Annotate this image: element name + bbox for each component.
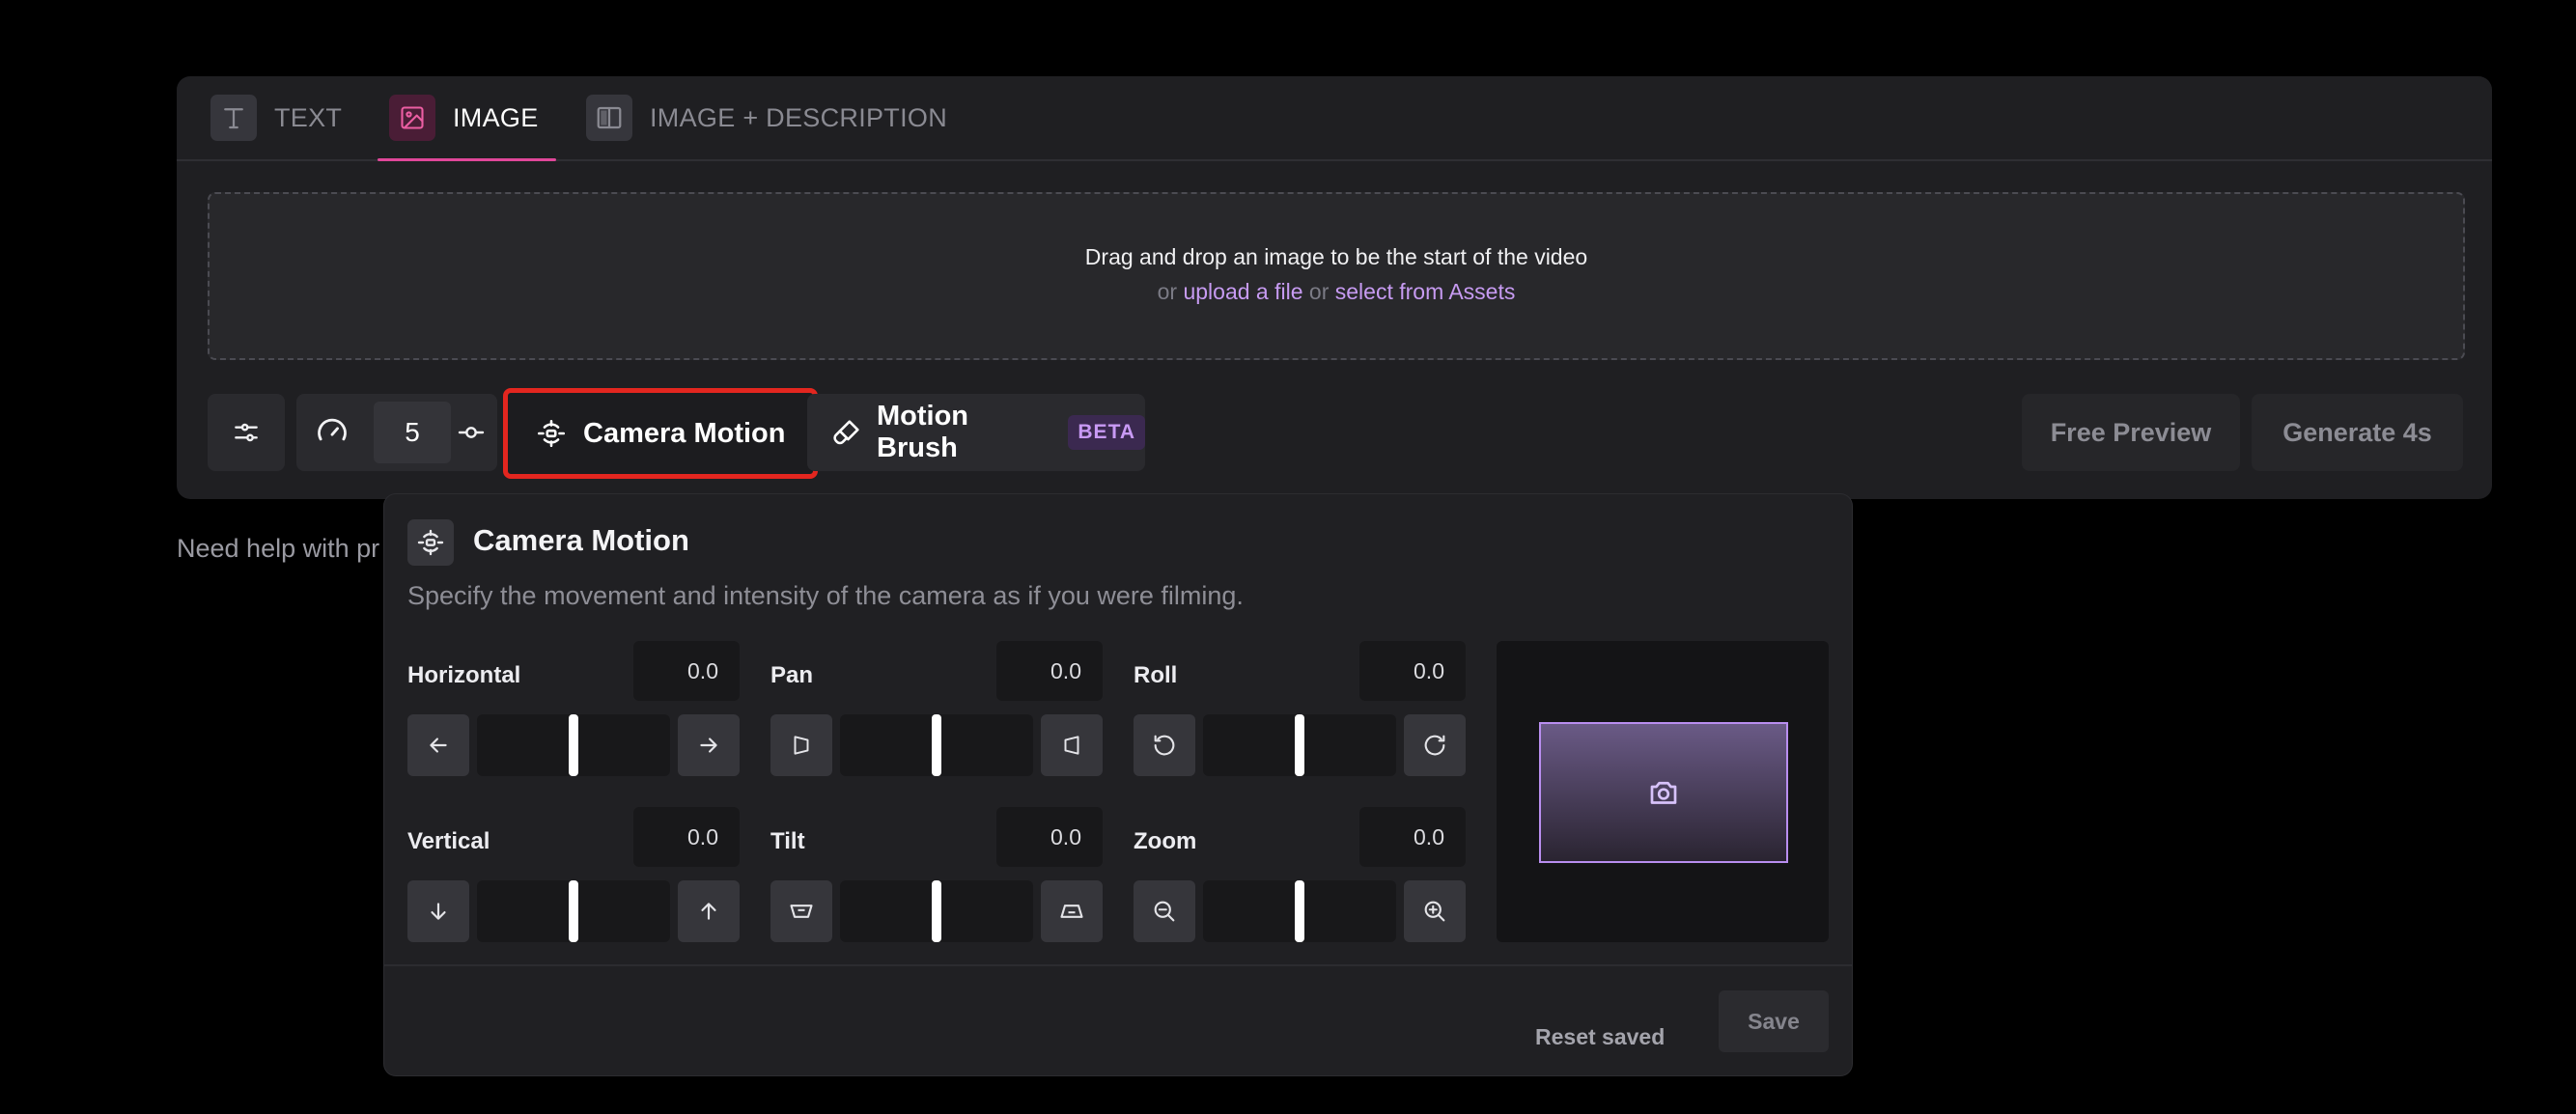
free-preview-button[interactable]: Free Preview (2022, 394, 2240, 471)
reset-saved-button[interactable]: Reset saved (1535, 1006, 1665, 1068)
horizontal-decrease-button[interactable] (407, 714, 469, 776)
roll-label: Roll (1134, 662, 1178, 688)
save-button[interactable]: Save (1719, 990, 1829, 1052)
tilt-down-icon (788, 898, 815, 925)
upload-file-link[interactable]: upload a file (1183, 279, 1302, 304)
vertical-control: Vertical 0.0 (407, 807, 740, 942)
zoom-in-button[interactable] (1404, 880, 1466, 942)
motion-brush-label: Motion Brush (877, 401, 969, 463)
tilt-control: Tilt 0.0 (770, 807, 1103, 942)
popover-divider (384, 964, 1852, 966)
select-from-assets-link[interactable]: select from Assets (1335, 279, 1516, 304)
horizontal-slider-thumb[interactable] (569, 714, 578, 776)
zoom-label: Zoom (1134, 828, 1197, 854)
camera-preview-frame (1539, 722, 1788, 863)
sliders-icon (231, 417, 262, 448)
popover-description: Specify the movement and intensity of th… (407, 581, 1244, 610)
roll-cw-button[interactable] (1404, 714, 1466, 776)
tilt-up-icon (1058, 898, 1085, 925)
camera-motion-icon (535, 417, 568, 450)
arrow-down-icon (426, 899, 451, 924)
duration-control: 5 (296, 394, 497, 471)
zoom-slider[interactable] (1203, 880, 1396, 942)
vertical-value[interactable]: 0.0 (633, 807, 740, 867)
camera-motion-button[interactable]: Camera Motion (503, 388, 818, 479)
dropzone-or: or (1308, 279, 1330, 304)
dropzone-or: or (1157, 279, 1178, 304)
pan-right-icon (1059, 733, 1084, 758)
pan-right-button[interactable] (1041, 714, 1103, 776)
tilt-slider-thumb[interactable] (932, 880, 941, 942)
rotate-ccw-icon (1151, 732, 1178, 759)
tilt-up-button[interactable] (1041, 880, 1103, 942)
rotate-cw-icon (1421, 732, 1448, 759)
roll-slider[interactable] (1203, 714, 1396, 776)
camera-preview (1497, 641, 1829, 942)
roll-value[interactable]: 0.0 (1359, 641, 1466, 701)
motion-brush-button[interactable]: Motion Brush BETA (807, 394, 1145, 471)
vertical-slider-thumb[interactable] (569, 880, 578, 942)
zoom-in-icon (1421, 898, 1448, 925)
zoom-value[interactable]: 0.0 (1359, 807, 1466, 867)
tab-image-label: IMAGE (453, 102, 539, 132)
settings-button[interactable] (208, 394, 285, 471)
zoom-control: Zoom 0.0 (1134, 807, 1466, 942)
camera-motion-label: Camera Motion (583, 417, 786, 449)
dropzone-links: or upload a file or select from Assets (210, 279, 2463, 305)
generate-button[interactable]: Generate 4s (2252, 394, 2463, 471)
camera-motion-popover: Camera Motion Specify the movement and i… (384, 494, 1852, 1075)
generation-panel: TEXT IMAGE IMAGE + DESCRIPTION Drag and … (177, 76, 2492, 499)
pan-left-icon (789, 733, 814, 758)
pan-left-button[interactable] (770, 714, 832, 776)
horizontal-slider[interactable] (477, 714, 670, 776)
tilt-down-button[interactable] (770, 880, 832, 942)
roll-ccw-button[interactable] (1134, 714, 1195, 776)
tilt-value[interactable]: 0.0 (996, 807, 1103, 867)
tab-image[interactable]: IMAGE (378, 76, 555, 161)
horizontal-control: Horizontal 0.0 (407, 641, 740, 776)
zoom-out-button[interactable] (1134, 880, 1195, 942)
image-icon (389, 95, 435, 141)
zoom-out-icon (1151, 898, 1178, 925)
horizontal-label: Horizontal (407, 662, 521, 688)
zoom-slider-thumb[interactable] (1295, 880, 1304, 942)
horizontal-increase-button[interactable] (678, 714, 740, 776)
mode-tabs: TEXT IMAGE IMAGE + DESCRIPTION (177, 76, 2492, 161)
camera-motion-icon (407, 519, 454, 566)
arrow-left-icon (426, 733, 451, 758)
brush-icon (830, 416, 863, 449)
help-text[interactable]: Need help with pr (177, 534, 379, 564)
roll-slider-thumb[interactable] (1295, 714, 1304, 776)
pan-slider-thumb[interactable] (932, 714, 941, 776)
vertical-up-button[interactable] (678, 880, 740, 942)
image-dropzone[interactable]: Drag and drop an image to be the start o… (208, 192, 2465, 360)
commit-icon[interactable] (456, 417, 487, 448)
pan-slider[interactable] (840, 714, 1033, 776)
tab-text-label: TEXT (274, 102, 343, 132)
pan-value[interactable]: 0.0 (996, 641, 1103, 701)
pan-control: Pan 0.0 (770, 641, 1103, 776)
arrow-up-icon (696, 899, 721, 924)
tilt-label: Tilt (770, 828, 805, 854)
tilt-slider[interactable] (840, 880, 1033, 942)
split-layout-icon (586, 95, 632, 141)
dropzone-instruction: Drag and drop an image to be the start o… (1084, 244, 1588, 269)
popover-title: Camera Motion (473, 523, 689, 557)
vertical-label: Vertical (407, 828, 490, 854)
roll-control: Roll 0.0 (1134, 641, 1466, 776)
tab-image-description[interactable]: IMAGE + DESCRIPTION (586, 76, 947, 159)
vertical-slider[interactable] (477, 880, 670, 942)
gauge-icon[interactable] (314, 413, 350, 450)
beta-badge: BETA (1068, 415, 1145, 450)
pan-label: Pan (770, 662, 814, 688)
duration-value[interactable]: 5 (374, 402, 451, 463)
tab-image-description-label: IMAGE + DESCRIPTION (650, 102, 947, 132)
camera-icon (1646, 775, 1681, 810)
arrow-right-icon (696, 733, 721, 758)
text-icon (210, 95, 257, 141)
tab-text[interactable]: TEXT (210, 76, 342, 159)
vertical-down-button[interactable] (407, 880, 469, 942)
horizontal-value[interactable]: 0.0 (633, 641, 740, 701)
